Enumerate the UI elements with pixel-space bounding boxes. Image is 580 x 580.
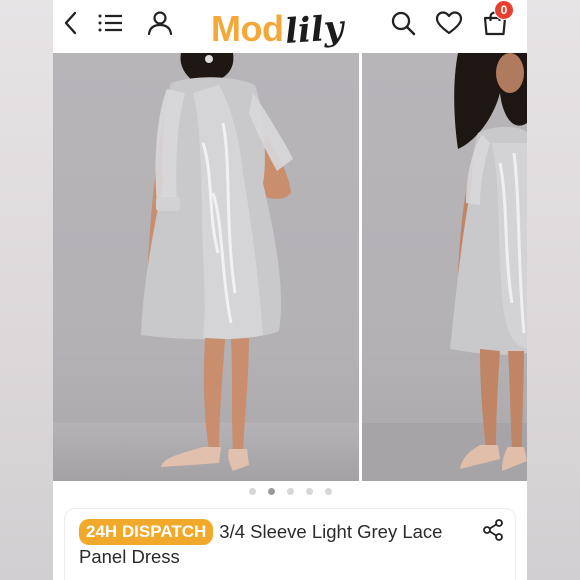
background-left <box>0 0 53 580</box>
product-info-card: 24H DISPATCH 3/4 Sleeve Light Grey Lace P… <box>65 509 515 580</box>
logo-text-mod: Mod <box>211 8 284 49</box>
carousel-dot[interactable] <box>305 487 313 495</box>
dress-back-illustration <box>53 53 359 481</box>
brand-logo[interactable]: Mod lily <box>211 1 346 52</box>
menu-icon <box>98 14 122 32</box>
wishlist-button[interactable] <box>432 6 466 40</box>
app-screen: Mod lily 0 24H DISPATCH 3/4 Sleeve Light… <box>53 0 527 580</box>
back-button[interactable] <box>55 6 89 40</box>
user-icon <box>147 11 173 36</box>
carousel-dot[interactable] <box>324 487 332 495</box>
dispatch-badge: 24H DISPATCH <box>79 519 214 545</box>
share-icon <box>483 519 503 541</box>
back-chevron-icon <box>64 11 77 35</box>
cart-count-badge: 0 <box>494 0 514 20</box>
top-nav-bar: Mod lily 0 <box>53 0 527 52</box>
background-right <box>527 0 580 580</box>
dress-front-illustration <box>362 53 527 481</box>
product-photo-front-view[interactable] <box>362 53 527 481</box>
carousel-pagination <box>53 484 527 498</box>
product-photo-back-view[interactable] <box>53 53 359 481</box>
account-button[interactable] <box>143 6 177 40</box>
carousel-dot[interactable] <box>286 487 294 495</box>
carousel-dot[interactable] <box>248 487 256 495</box>
menu-button[interactable] <box>93 6 127 40</box>
carousel-dot-active[interactable] <box>267 487 275 495</box>
search-button[interactable] <box>386 6 420 40</box>
share-button[interactable] <box>481 518 505 542</box>
cart-button[interactable]: 0 <box>478 0 514 40</box>
logo-text-lily: lily <box>284 8 346 52</box>
product-image-carousel[interactable] <box>53 53 527 481</box>
product-title: 24H DISPATCH 3/4 Sleeve Light Grey Lace P… <box>79 519 479 569</box>
search-icon <box>391 11 416 36</box>
heart-icon <box>435 11 463 35</box>
